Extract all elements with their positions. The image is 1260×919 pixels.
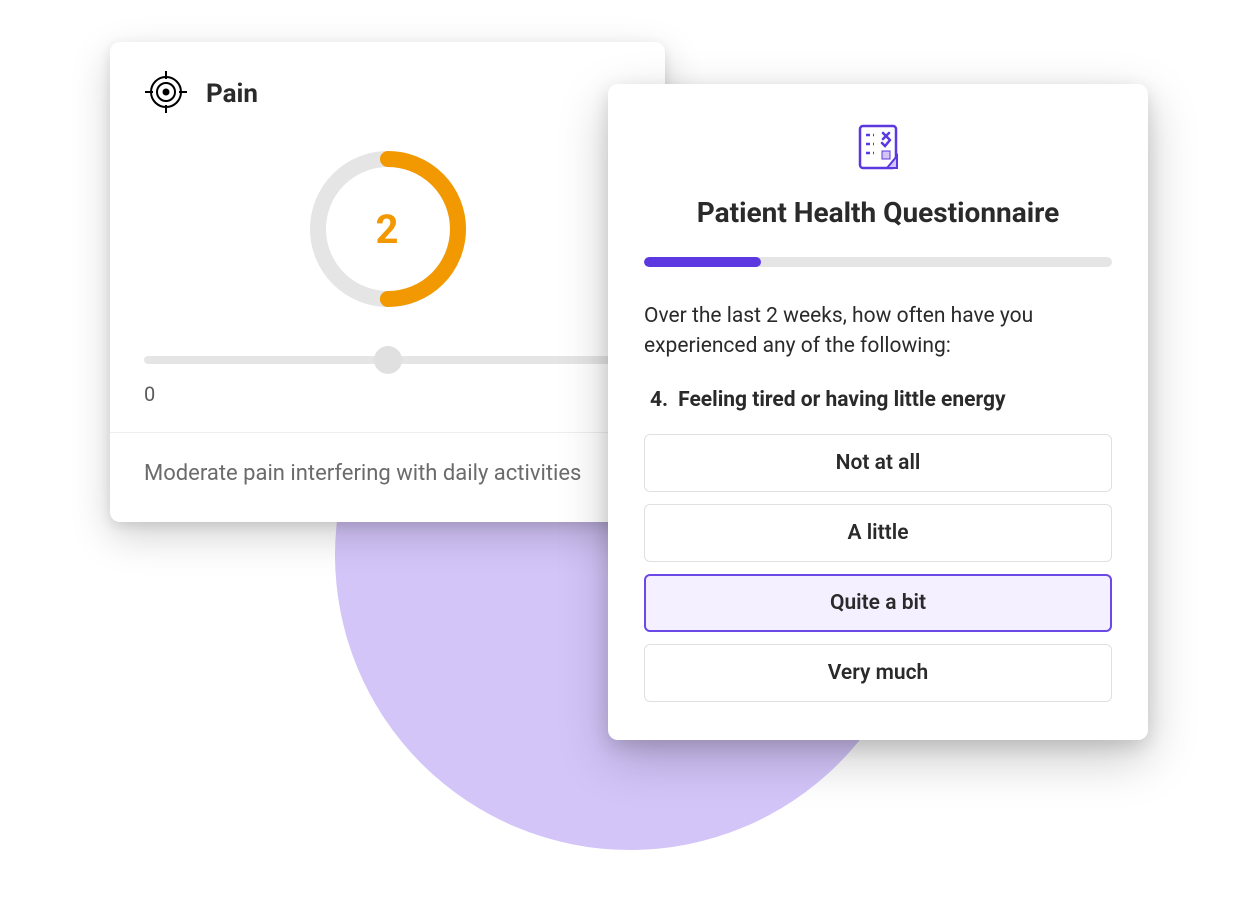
- phq-option-1[interactable]: A little: [644, 504, 1112, 562]
- checklist-icon: [644, 120, 1112, 178]
- pain-gauge-value: 2: [303, 144, 473, 314]
- phq-prompt: Over the last 2 weeks, how often have yo…: [644, 301, 1112, 362]
- pain-slider-min: 0: [144, 382, 155, 406]
- pain-card-header: Pain: [110, 42, 665, 130]
- pain-card: Pain 2 0 4 Moderate pain interfering wit…: [110, 42, 665, 522]
- phq-title: Patient Health Questionnaire: [644, 196, 1112, 229]
- phq-option-0[interactable]: Not at all: [644, 434, 1112, 492]
- phq-option-3[interactable]: Very much: [644, 644, 1112, 702]
- phq-question: 4. Feeling tired or having little energy: [644, 388, 1112, 412]
- pain-description: Moderate pain interfering with daily act…: [110, 432, 665, 522]
- phq-question-text: Feeling tired or having little energy: [678, 388, 1005, 412]
- pain-gauge: 2: [110, 130, 665, 344]
- phq-question-number: 4.: [650, 388, 668, 412]
- pain-slider-labels: 0 4: [144, 382, 631, 406]
- target-icon: [144, 70, 188, 118]
- pain-title: Pain: [206, 79, 258, 109]
- phq-option-2[interactable]: Quite a bit: [644, 574, 1112, 632]
- phq-progress-fill: [644, 257, 761, 267]
- phq-card: Patient Health Questionnaire Over the la…: [608, 84, 1148, 740]
- pain-slider-thumb[interactable]: [374, 346, 402, 374]
- phq-options: Not at all A little Quite a bit Very much: [644, 434, 1112, 702]
- pain-slider[interactable]: [144, 356, 631, 364]
- phq-progress: [644, 257, 1112, 267]
